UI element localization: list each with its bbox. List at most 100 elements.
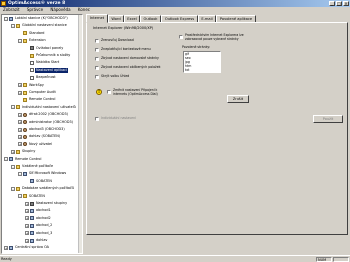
navigation-tree[interactable]: - Lokální stanice (K\"OBCHOD3") - Globální … (1, 14, 83, 254)
tree-item[interactable]: + Centrální správa OA (2, 245, 80, 250)
collapse-icon[interactable]: - (11, 186, 15, 191)
user-icon (23, 127, 27, 132)
tree-item[interactable]: SOBATEN (2, 179, 80, 184)
checkbox[interactable] (179, 34, 183, 39)
tree-item[interactable]: + obchod_2 (2, 223, 80, 228)
checkbox[interactable] (95, 47, 99, 52)
expand-icon[interactable]: + (25, 223, 29, 228)
tree-item[interactable]: - Individuální nastavení uživatelů (2, 105, 80, 110)
expand-icon[interactable]: + (25, 231, 29, 236)
tree-item-label: Individuální nastavení uživatelů (22, 104, 76, 109)
tree-item-label: Exporty a nastavení (14, 253, 50, 254)
tree-item[interactable]: + dohlav (2, 238, 80, 243)
tree-item[interactable]: Průzkumník a složky (2, 53, 80, 58)
tree-item[interactable]: - Globální nastavení stanice (2, 23, 80, 28)
tree-item-label: WorkSpy (29, 82, 44, 87)
list-item[interactable]: txt (184, 68, 220, 72)
expand-icon[interactable]: + (18, 127, 22, 132)
checkbox[interactable] (95, 116, 99, 121)
tree-item[interactable]: Nastavení aplikací (2, 67, 80, 73)
menu-napoveda[interactable]: Nápověda (47, 7, 73, 13)
tree-item[interactable]: Remote Control (2, 97, 80, 102)
menu-konec[interactable]: Konec (75, 7, 93, 13)
checkbox[interactable] (107, 89, 111, 94)
folder-icon (23, 194, 27, 199)
computer-icon (9, 245, 13, 250)
tree-item-label: obchod1 (36, 208, 51, 213)
collapse-icon[interactable]: - (18, 171, 22, 176)
tree-item[interactable]: + Nastavení skupiny (2, 201, 80, 206)
menu-spravce[interactable]: Správce (24, 7, 46, 13)
tree-item-label: SOBATEN (29, 193, 45, 198)
expand-icon[interactable]: + (25, 216, 29, 221)
folder-icon (23, 90, 27, 95)
chk-allowed-pages-only[interactable]: Prostředníctvím Internet Explorera lze z… (179, 33, 259, 43)
remove-button[interactable]: Zrušit (227, 95, 249, 103)
expand-icon[interactable]: + (25, 201, 29, 206)
status-text: Ready (1, 257, 12, 261)
tree-item[interactable]: + obchod_3 (2, 231, 80, 236)
tree-item[interactable]: - Síť Microsoft Windows (2, 171, 80, 176)
tree-item[interactable]: Nabídka Start (2, 60, 80, 65)
collapse-icon[interactable]: - (11, 164, 15, 169)
checkbox[interactable] (95, 56, 99, 61)
tree-item[interactable]: + Computer Audit (2, 90, 80, 95)
tree-item-label: obchod2 (36, 215, 51, 220)
computer-icon (30, 238, 34, 243)
collapse-icon[interactable]: - (18, 194, 22, 199)
folder-icon (30, 53, 34, 58)
tree-item[interactable]: + obchod3 (OBCHOD3) (2, 127, 80, 132)
tree-item-label: dohlav (SOBATEN) (29, 134, 61, 139)
tree-item[interactable]: - Remote Control (2, 157, 80, 162)
gear-icon (30, 46, 34, 51)
tree-item[interactable]: + dohlav (SOBATEN) (2, 134, 80, 139)
tree-item[interactable]: Ovládací panely (2, 46, 80, 51)
expand-icon[interactable]: + (18, 112, 22, 117)
menu-zobrazit[interactable]: Zobrazit (0, 7, 23, 13)
close-button[interactable]: × (343, 1, 349, 6)
tree-item[interactable]: + obchod2 (2, 216, 80, 221)
collapse-icon[interactable]: - (18, 38, 22, 43)
expand-icon[interactable]: + (25, 238, 29, 243)
tree-item[interactable]: + obchod1 (2, 208, 80, 213)
tree-item[interactable]: + WorkSpy (2, 83, 80, 88)
expand-icon[interactable]: + (18, 90, 22, 95)
tree-item-label: Remote Control (15, 156, 42, 161)
tab-internet[interactable]: Internet (86, 14, 108, 23)
apply-button[interactable]: Použít (313, 115, 343, 123)
checkbox[interactable] (95, 74, 99, 79)
tree-item[interactable]: - SOBATEN (2, 194, 80, 199)
expand-icon[interactable]: + (11, 149, 15, 154)
allowed-pages-list[interactable]: gif seo jpg htm txt (183, 51, 221, 73)
minimize-button[interactable]: _ (329, 1, 335, 6)
folder-icon (23, 97, 27, 102)
collapse-icon[interactable]: - (11, 23, 15, 28)
expand-icon[interactable]: + (4, 245, 8, 250)
maximize-button[interactable]: □ (336, 1, 342, 6)
tree-item[interactable]: - Lokální stanice (K\"OBCHOD3") (2, 16, 80, 21)
tree-item[interactable]: - Vzdálené počítače (2, 164, 80, 169)
tree-item[interactable]: Standard (2, 31, 80, 36)
expand-icon[interactable]: + (18, 142, 22, 147)
tree-item[interactable]: Bezpečnost (2, 75, 80, 80)
tree-item[interactable]: + Nový uživatel (2, 142, 80, 147)
tree-item[interactable]: + administrator (OBCHOD3) (2, 120, 80, 125)
expand-icon[interactable]: + (4, 253, 8, 254)
expand-icon[interactable]: + (18, 83, 22, 88)
expand-icon[interactable]: + (18, 134, 22, 139)
collapse-icon[interactable]: - (4, 16, 8, 21)
expand-icon[interactable]: + (25, 208, 29, 213)
checkbox[interactable] (95, 65, 99, 70)
tree-item[interactable]: + dfrat:2002 (OBCHOD3) (2, 112, 80, 117)
collapse-icon[interactable]: - (4, 157, 8, 162)
checkbox[interactable] (95, 38, 99, 43)
tree-item[interactable]: + Skupiny (2, 149, 80, 154)
tree-item[interactable]: + Exporty a nastavení (2, 253, 80, 254)
expand-icon[interactable]: + (18, 120, 22, 125)
chk-dial-settings[interactable]: Změnit nastavení Připojení k internetu (… (107, 88, 167, 98)
user-icon (23, 142, 27, 147)
tree-item[interactable]: - Databáze vzdálených počítačů (2, 186, 80, 191)
tree-item[interactable]: - Extension (2, 38, 80, 43)
collapse-icon[interactable]: - (11, 105, 15, 110)
user-icon (23, 134, 27, 139)
